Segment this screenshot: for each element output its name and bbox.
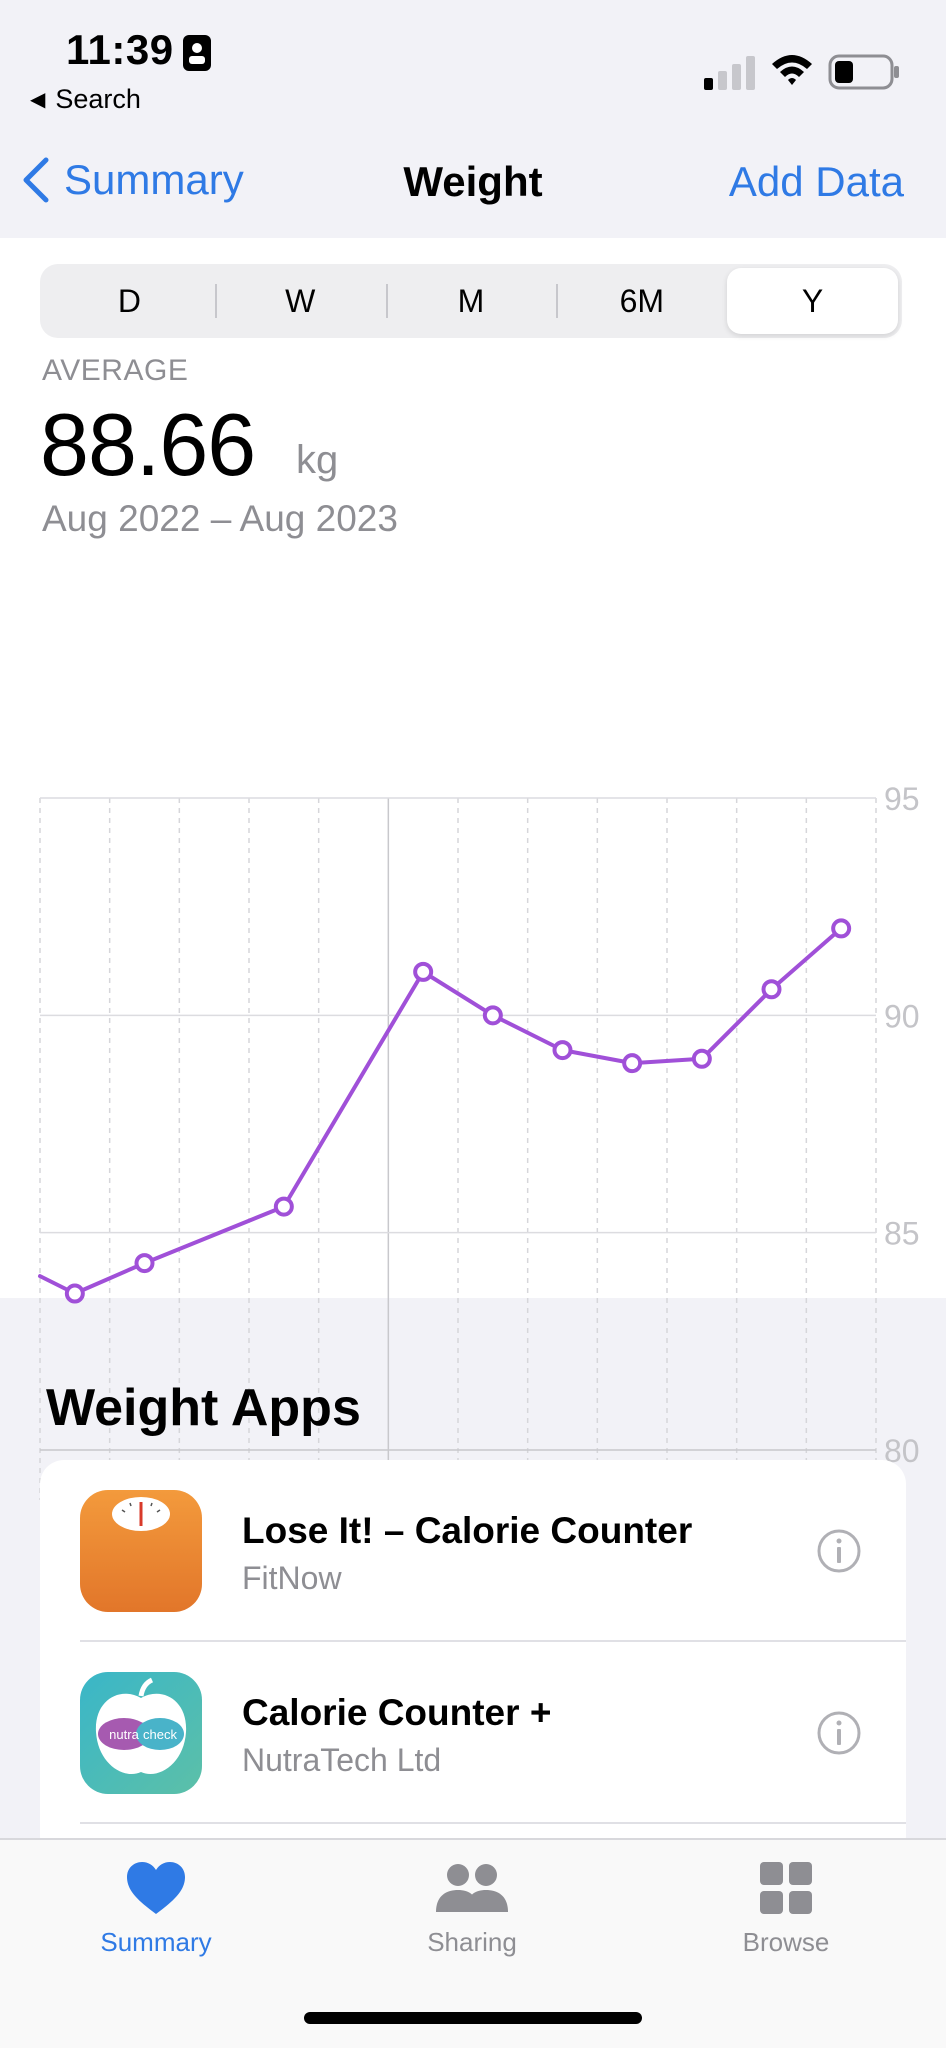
segment-d[interactable]: D	[44, 268, 215, 334]
y-tick-label: 85	[884, 1216, 920, 1252]
app-name: Lose It! – Calorie Counter	[242, 1510, 693, 1551]
tab-sharing[interactable]: Sharing	[372, 1860, 572, 1958]
y-tick-label: 95	[884, 781, 920, 817]
grid-icon	[760, 1862, 812, 1914]
back-triangle-icon: ◀	[30, 89, 46, 111]
data-point	[134, 1253, 155, 1274]
chart-card: D W M 6M Y AVERAGE 88.66 kg Aug 2022 – Aug 2…	[0, 238, 946, 1500]
app-name: Calorie Counter +	[242, 1692, 552, 1733]
app-row-lose-it[interactable]: Lose It! – Calorie Counter FitNow	[40, 1460, 906, 1642]
status-time: 11:39	[66, 26, 174, 73]
weight-apps-heading: Weight Apps	[46, 1379, 361, 1437]
data-point	[64, 1283, 85, 1304]
tab-browse-label: Browse	[742, 1927, 830, 1957]
back-to-search-link[interactable]: ◀ Search	[30, 84, 141, 115]
data-point	[273, 1196, 294, 1217]
app-developer: FitNow	[242, 1560, 342, 1596]
status-bar: 11:39 ◀ Search	[0, 0, 946, 130]
heart-icon	[127, 1862, 185, 1914]
data-point	[831, 918, 852, 939]
people-icon	[436, 1864, 508, 1912]
navigation-bar: Summary Weight Add Data	[0, 130, 946, 238]
app-row-calorie-counter[interactable]: nutra check Calorie Counter + NutraTech …	[40, 1642, 906, 1824]
segment-y[interactable]: Y	[727, 268, 898, 334]
weight-series-line	[38, 926, 844, 1296]
add-data-button[interactable]: Add Data	[729, 158, 904, 206]
tab-summary-label: Summary	[100, 1927, 212, 1957]
data-point	[622, 1053, 643, 1074]
tab-summary[interactable]: Summary	[56, 1860, 256, 1958]
average-value: 88.66	[40, 395, 256, 494]
tab-sharing-label: Sharing	[427, 1927, 517, 1957]
cellular-signal-icon	[704, 56, 755, 90]
weight-line-chart[interactable]: 95908580ASONDJFMAMJJ	[0, 540, 946, 1520]
svg-text:check: check	[143, 1727, 177, 1742]
segment-w[interactable]: W	[214, 268, 386, 334]
data-point	[552, 1040, 573, 1061]
lose-it-scale-icon	[80, 1490, 202, 1612]
battery-icon	[828, 54, 899, 90]
back-app-label: Search	[55, 84, 141, 114]
date-range: Aug 2022 – Aug 2023	[42, 498, 398, 539]
nutracheck-apple-icon: nutra check	[80, 1672, 202, 1794]
segment-m[interactable]: M	[385, 268, 557, 334]
home-indicator	[304, 2012, 642, 2024]
weight-apps-list: Lose It! – Calorie Counter FitNow nutra …	[40, 1460, 906, 1860]
data-point	[761, 979, 782, 1000]
tab-browse[interactable]: Browse	[686, 1860, 886, 1958]
data-point	[482, 1005, 503, 1026]
data-point	[413, 961, 434, 982]
info-icon[interactable]	[816, 1528, 862, 1574]
svg-text:nutra: nutra	[109, 1727, 139, 1742]
y-tick-label: 90	[884, 998, 920, 1034]
data-point	[691, 1048, 712, 1069]
row-divider	[80, 1822, 906, 1824]
info-icon[interactable]	[816, 1710, 862, 1756]
wifi-icon	[772, 55, 812, 85]
time-range-segmented-control: D W M 6M Y	[40, 264, 902, 338]
segment-6m[interactable]: 6M	[556, 268, 727, 334]
contact-card-icon	[183, 35, 211, 71]
average-label: AVERAGE	[42, 354, 189, 387]
app-developer: NutraTech Ltd	[242, 1742, 442, 1778]
average-unit: kg	[296, 438, 339, 482]
